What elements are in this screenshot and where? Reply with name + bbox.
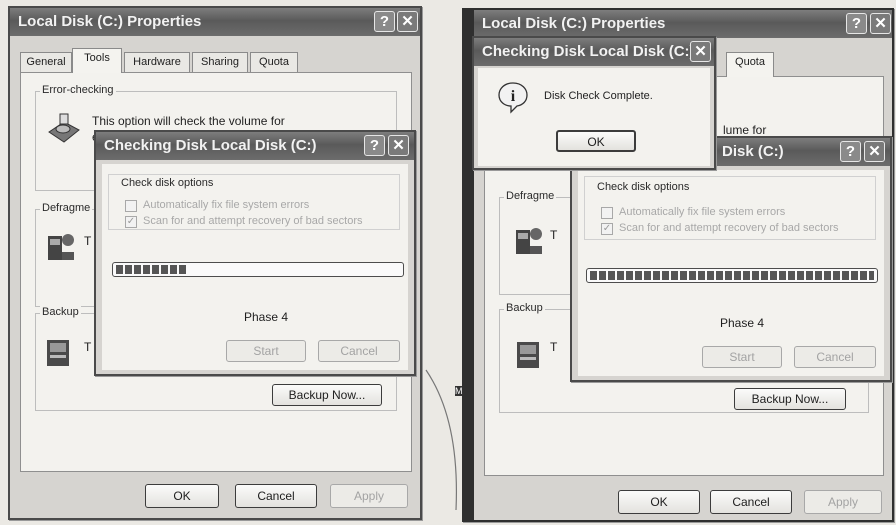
properties-titlebar[interactable]: Local Disk (C:) Properties (10, 8, 420, 36)
checking-disk-dialog-right: Disk (C:) ? ✕ Check disk options Automat… (570, 136, 892, 382)
scan-sectors-checkbox[interactable]: ✓ (601, 223, 613, 235)
defrag-description: T (84, 234, 92, 248)
properties-title: Local Disk (C:) Properties (18, 13, 202, 30)
cancel-button[interactable]: Cancel (794, 346, 876, 368)
defrag-label: Defragme (40, 202, 93, 214)
backup-icon (47, 340, 69, 366)
ok-button[interactable]: OK (556, 130, 636, 152)
error-checking-description: This option will check the volume for (92, 114, 285, 128)
auto-fix-checkbox[interactable] (125, 200, 137, 212)
help-button[interactable]: ? (364, 135, 385, 156)
disk-check-icon (48, 113, 80, 143)
defrag-icon (516, 228, 542, 254)
tab-hardware[interactable]: Hardware (124, 52, 190, 72)
close-button[interactable]: ✕ (690, 41, 711, 62)
message-titlebar[interactable]: Checking Disk Local Disk (C:) (474, 38, 714, 66)
help-button[interactable]: ? (840, 141, 861, 162)
backup-label: Backup (504, 302, 545, 314)
cancel-button[interactable]: Cancel (318, 340, 400, 362)
cancel-button[interactable]: Cancel (710, 490, 792, 514)
checking-disk-title: Disk (C:) (722, 143, 784, 160)
scan-sectors-label: Scan for and attempt recovery of bad sec… (619, 222, 839, 234)
tab-strip: General Tools Hardware Sharing Quota (20, 48, 350, 73)
check-progress-bar (112, 262, 404, 277)
checking-disk-dialog-left: Checking Disk Local Disk (C:) ? ✕ Check … (94, 130, 416, 376)
close-button[interactable]: ✕ (388, 135, 409, 156)
checking-disk-body: Check disk options Automatically fix fil… (102, 164, 408, 370)
tab-general[interactable]: General (20, 52, 72, 72)
disk-check-complete-dialog: Checking Disk Local Disk (C:) ✕ i Disk C… (472, 36, 716, 170)
start-button[interactable]: Start (226, 340, 306, 362)
error-checking-label: Error-checking (40, 84, 116, 96)
checking-disk-body: Check disk options Automatically fix fil… (578, 170, 884, 376)
defrag-label: Defragme (504, 190, 557, 202)
progress-fill (590, 271, 874, 280)
close-button[interactable]: ✕ (864, 141, 885, 162)
close-button[interactable]: ✕ (397, 11, 418, 32)
ok-button[interactable]: OK (618, 490, 700, 514)
backup-now-button[interactable]: Backup Now... (272, 384, 382, 406)
scan-sectors-label: Scan for and attempt recovery of bad sec… (143, 215, 363, 227)
scan-sectors-checkbox[interactable]: ✓ (125, 216, 137, 228)
message-title: Checking Disk Local Disk (C:) (482, 43, 695, 60)
help-button[interactable]: ? (374, 11, 395, 32)
properties-title: Local Disk (C:) Properties (482, 15, 666, 32)
defrag-icon (48, 234, 74, 260)
cancel-button[interactable]: Cancel (235, 484, 317, 508)
checking-disk-title: Checking Disk Local Disk (C:) (104, 137, 317, 154)
auto-fix-label: Automatically fix file system errors (143, 199, 310, 211)
check-disk-options-group: Check disk options Automatically fix fil… (108, 174, 400, 230)
phase-label: Phase 4 (720, 316, 765, 330)
message-body: i Disk Check Complete. OK (478, 68, 710, 166)
check-disk-options-group: Check disk options Automatically fix fil… (584, 176, 876, 240)
backup-description: T (550, 340, 558, 354)
tab-quota[interactable]: Quota (726, 52, 774, 77)
start-button[interactable]: Start (702, 346, 782, 368)
backup-label: Backup (40, 306, 81, 318)
backup-icon (517, 342, 539, 368)
tab-tools[interactable]: Tools (72, 48, 122, 73)
volume-text: lume for (723, 123, 767, 137)
properties-titlebar[interactable]: Local Disk (C:) Properties (474, 10, 892, 38)
check-progress-bar (586, 268, 878, 283)
help-button[interactable]: ? (846, 13, 867, 34)
backup-description: T (84, 340, 92, 354)
apply-button[interactable]: Apply (330, 484, 408, 508)
tab-quota[interactable]: Quota (250, 52, 298, 72)
progress-fill (116, 265, 187, 274)
ok-button[interactable]: OK (145, 484, 219, 508)
defrag-description: T (550, 228, 558, 242)
auto-fix-checkbox[interactable] (601, 207, 613, 219)
check-disk-options-label: Check disk options (121, 177, 214, 189)
apply-button[interactable]: Apply (804, 490, 882, 514)
tab-sharing[interactable]: Sharing (192, 52, 248, 72)
message-text: Disk Check Complete. (544, 90, 653, 102)
check-disk-options-label: Check disk options (597, 181, 690, 193)
auto-fix-label: Automatically fix file system errors (619, 206, 786, 218)
backup-now-button[interactable]: Backup Now... (734, 388, 846, 410)
info-icon: i (498, 82, 528, 114)
svg-text:i: i (511, 88, 516, 105)
phase-label: Phase 4 (244, 310, 289, 324)
close-button[interactable]: ✕ (870, 13, 891, 34)
